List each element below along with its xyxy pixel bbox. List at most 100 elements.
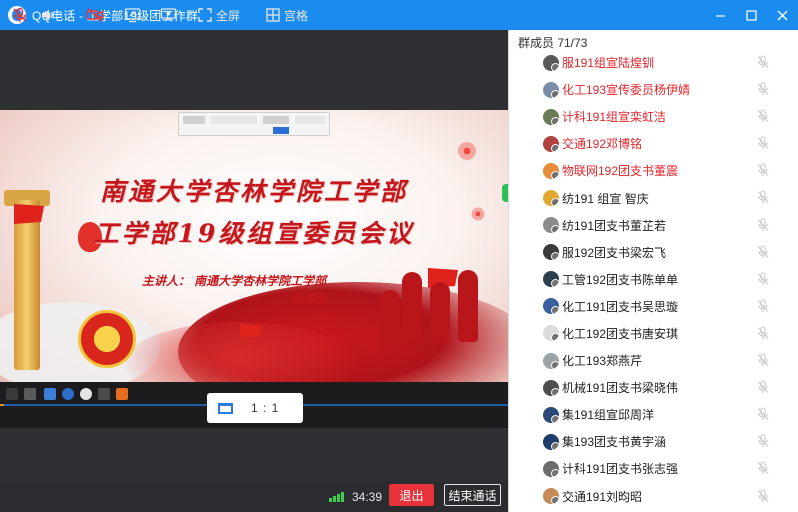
minimize-icon (716, 14, 725, 17)
speaker-icon (42, 9, 53, 21)
grid-icon (266, 8, 280, 22)
slide-speaker-label: 主讲人： 南通大学杏林学院工学部 (142, 274, 327, 288)
share-screen-button[interactable] (124, 0, 141, 30)
mic-muted-icon (757, 190, 769, 204)
fullscreen-label: 全屏 (216, 8, 241, 23)
mic-muted-icon (757, 109, 769, 123)
speaker-button[interactable] (40, 0, 56, 30)
youth-league-emblem (78, 310, 136, 368)
member-item[interactable]: 工管192团支书陈单单 (509, 266, 798, 293)
member-item[interactable]: 纺191 组宣 智庆 (509, 184, 798, 211)
close-button[interactable] (767, 0, 798, 30)
avatar (543, 271, 559, 288)
avatar (543, 81, 559, 98)
end-call-button[interactable]: 结束通话 (444, 484, 501, 506)
member-name: 服192团支书梁宏飞 (562, 245, 667, 260)
member-item[interactable]: 服192团支书梁宏飞 (509, 239, 798, 266)
member-name: 化工193郑燕芹 (562, 354, 643, 369)
member-item[interactable]: 化工193宣传委员杨伊婧 (509, 76, 798, 103)
member-panel: 群成员 71/73 服191组宣陆煌钏 化工193宣传委员杨伊婧 计科191组宣栾虹… (508, 30, 798, 512)
mic-muted-icon (13, 7, 27, 22)
avatar (543, 325, 559, 342)
avatar (543, 135, 559, 152)
maximize-button[interactable] (736, 0, 767, 30)
slide-title-line2: 工学部19级组宣委员会议 (93, 219, 415, 248)
mic-muted-icon (757, 353, 769, 367)
title-bar: QQ电话 - 工学部19级团工作群 (0, 0, 798, 30)
mic-muted-icon (757, 82, 769, 96)
aspect-ratio-button[interactable]: 1 : 1 (207, 393, 303, 423)
member-item[interactable]: 化工191团支书吴思璇 (509, 293, 798, 320)
member-item[interactable]: 集193团支书黄宇涵 (509, 428, 798, 455)
mic-muted-icon (757, 407, 769, 421)
member-name: 纺191团支书董芷若 (562, 218, 667, 233)
avatar (543, 244, 559, 261)
avatar (543, 217, 559, 234)
window-icon (218, 402, 233, 414)
member-name: 机械191团支书梁晓伟 (562, 381, 679, 396)
member-item[interactable]: 计科191组宣栾虹洁 (509, 103, 798, 130)
member-item[interactable]: 化工192团支书唐安琪 (509, 320, 798, 347)
member-name: 物联网192团支书董震 (562, 164, 679, 179)
mic-muted-icon (757, 55, 769, 68)
avatar (543, 298, 559, 315)
member-item[interactable]: 物联网192团支书董震 (509, 157, 798, 184)
presentation-slide: 南通大学杏林学院工学部 工学部19级组宣委员会议 主讲人： 南通大学杏林学院工学… (0, 110, 508, 382)
call-timer: 34:39 (352, 490, 383, 504)
signal-strength-icon (329, 492, 344, 502)
camera-off-icon (86, 8, 104, 22)
share-floating-toolbar[interactable] (178, 112, 330, 136)
member-name: 集193团支书黄宇涵 (562, 435, 667, 450)
avatar (543, 406, 559, 423)
slide-speaker-name: 马游泓 (290, 292, 327, 306)
presentation-icon (160, 8, 177, 22)
mic-muted-icon (757, 488, 769, 502)
grid-label: 宫格 (284, 8, 309, 23)
fullscreen-button[interactable]: 全屏 (198, 0, 240, 30)
ratio-label: 1 : 1 (251, 401, 280, 415)
avatar (543, 352, 559, 369)
mic-muted-icon (757, 272, 769, 285)
stop-share-button[interactable] (273, 127, 289, 134)
member-list[interactable]: 服191组宣陆煌钏化工193宣传委员杨伊婧 计科191组宣栾虹洁 交通192邓博铭物… (509, 49, 798, 510)
camera-toggle-button[interactable] (86, 0, 104, 30)
minimize-button[interactable] (705, 0, 736, 30)
presentation-button[interactable] (160, 0, 177, 30)
member-item[interactable]: 交通192邓博铭 (509, 130, 798, 157)
member-name: 化工191团支书吴思璇 (562, 299, 679, 314)
avatar (543, 488, 559, 505)
member-name: 服191组宣陆煌钏 (562, 56, 655, 71)
share-screen-icon (124, 8, 141, 23)
member-name: 交通192邓博铭 (562, 137, 643, 152)
member-name: 计科191团支书张志强 (562, 462, 679, 477)
mic-toggle-button[interactable] (12, 0, 28, 30)
slide-title-line1: 南通大学杏林学院工学部 (99, 177, 408, 206)
member-item[interactable]: 服191组宣陆煌钏 (509, 49, 798, 76)
mic-muted-icon (757, 136, 769, 150)
member-name: 纺191 组宣 智庆 (562, 191, 649, 206)
mic-muted-icon (757, 218, 769, 231)
member-name: 化工193宣传委员杨伊婧 (562, 83, 691, 98)
member-item[interactable]: 机械191团支书梁晓伟 (509, 374, 798, 401)
mic-muted-icon (757, 434, 769, 448)
fullscreen-icon (198, 8, 212, 22)
member-name: 计科191组宣栾虹洁 (562, 110, 667, 125)
member-item[interactable]: 计科191团支书张志强 (509, 455, 798, 482)
member-item[interactable]: 纺191团支书董芷若 (509, 212, 798, 239)
member-name: 化工192团支书唐安琪 (562, 326, 679, 341)
member-name: 集191组宣邱周洋 (562, 408, 655, 423)
member-item[interactable]: 集191组宣邱周洋 (509, 401, 798, 428)
avatar (543, 379, 559, 396)
avatar (543, 54, 559, 71)
member-list-scrollbar[interactable] (792, 49, 798, 509)
member-item[interactable]: 化工193郑燕芹 (509, 347, 798, 374)
mic-muted-icon (757, 461, 769, 475)
mic-muted-icon (757, 380, 769, 394)
avatar (543, 190, 559, 207)
member-item[interactable]: 交通191刘昀昭 (509, 483, 798, 510)
mic-muted-icon (757, 163, 769, 177)
grid-view-button[interactable]: 宫格 (266, 0, 308, 30)
avatar (543, 460, 559, 477)
shared-screen[interactable]: 南通大学杏林学院工学部 工学部19级组宣委员会议 主讲人： 南通大学杏林学院工学… (0, 110, 508, 428)
exit-button[interactable]: 退出 (389, 484, 434, 506)
